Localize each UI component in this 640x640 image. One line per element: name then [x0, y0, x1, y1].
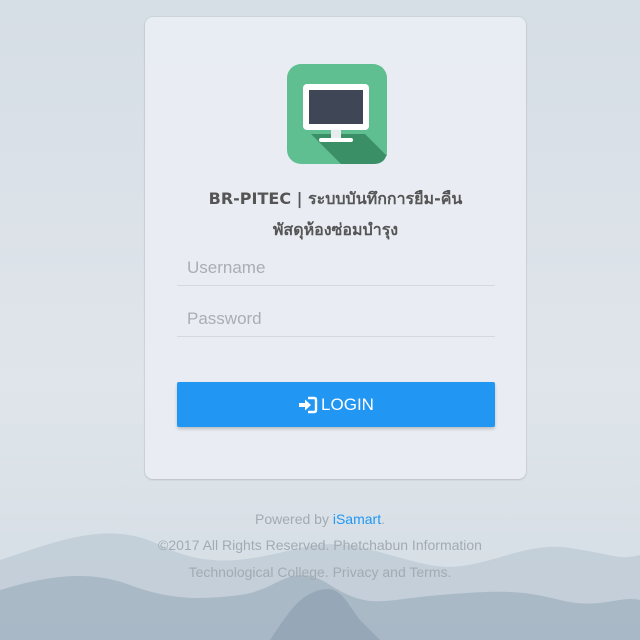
copyright-text: ©2017 All Rights Reserved. Phetchabun In…	[158, 537, 482, 553]
powered-by: Powered by iSamart.	[255, 511, 385, 527]
login-card: BR-PITEC | ระบบบันทึกการยืม-คืน พัสดุห้อ…	[145, 17, 526, 479]
sign-in-icon	[298, 396, 318, 414]
app-subtitle: พัสดุห้องซ่อมบำรุง	[272, 220, 399, 239]
login-label: LOGIN	[321, 394, 374, 414]
monitor-icon	[287, 64, 387, 164]
password-input[interactable]	[177, 301, 495, 337]
login-button[interactable]: LOGIN	[177, 382, 495, 427]
app-title: BR-PITEC | ระบบบันทึกการยืม-คืน	[208, 189, 463, 208]
username-input[interactable]	[177, 250, 495, 286]
copyright-text-line2: Technological College. Privacy and Terms…	[188, 564, 452, 580]
isamart-link[interactable]: iSamart	[333, 511, 381, 527]
privacy-terms-link[interactable]: Privacy and Terms	[333, 564, 448, 580]
